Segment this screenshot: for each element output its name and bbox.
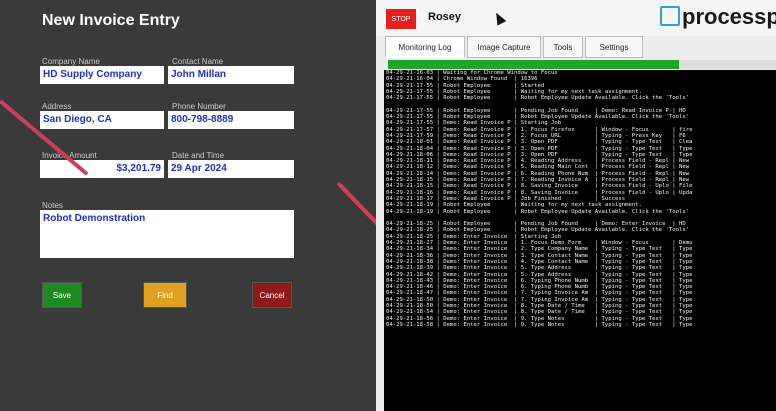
robot-tabs: Monitoring Log Image Capture Tools Setti…	[385, 36, 776, 58]
address-label: Address	[42, 102, 72, 111]
monitoring-log-console[interactable]: 04-29-21-16-03 | Waiting for Chrome Wind…	[384, 70, 776, 411]
date-time-label: Date and Time	[172, 151, 225, 160]
date-time-field[interactable]: 29 Apr 2024	[168, 160, 294, 178]
robot-name: Rosey	[428, 11, 462, 23]
save-button[interactable]: Save	[42, 282, 82, 308]
brand-logo: processpla	[660, 4, 776, 30]
tab-tools[interactable]: Tools	[543, 36, 583, 58]
log-line: 04-29-21-18-58 | Demo: Enter Invoice | 9…	[386, 321, 693, 328]
phone-number-label: Phone Number	[172, 102, 226, 111]
stop-button[interactable]: STOP	[386, 9, 416, 29]
job-progress-bar	[388, 60, 776, 69]
form-title: New Invoice Entry	[42, 12, 180, 29]
contact-name-field[interactable]: John Millan	[168, 66, 294, 84]
notes-field[interactable]: Robot Demonstration	[40, 210, 294, 258]
brand-logo-icon	[660, 6, 680, 26]
tab-image-capture[interactable]: Image Capture	[467, 36, 541, 58]
invoice-amount-field[interactable]: $3,201.79	[40, 160, 164, 178]
company-name-label: Company Name	[42, 57, 100, 66]
contact-name-label: Contact Name	[172, 57, 224, 66]
notes-label: Notes	[42, 201, 63, 210]
company-name-field[interactable]: HD Supply Company	[40, 66, 164, 84]
brand-name: processpla	[682, 4, 776, 29]
tab-settings[interactable]: Settings	[585, 36, 643, 58]
phone-number-field[interactable]: 800-798-8889	[168, 111, 294, 129]
tab-monitoring-log[interactable]: Monitoring Log	[385, 36, 465, 58]
job-progress-fill	[388, 60, 679, 69]
address-field[interactable]: San Diego, CA	[40, 111, 164, 129]
cancel-button[interactable]: Cancel	[252, 282, 292, 308]
find-button[interactable]: Find	[143, 282, 187, 308]
